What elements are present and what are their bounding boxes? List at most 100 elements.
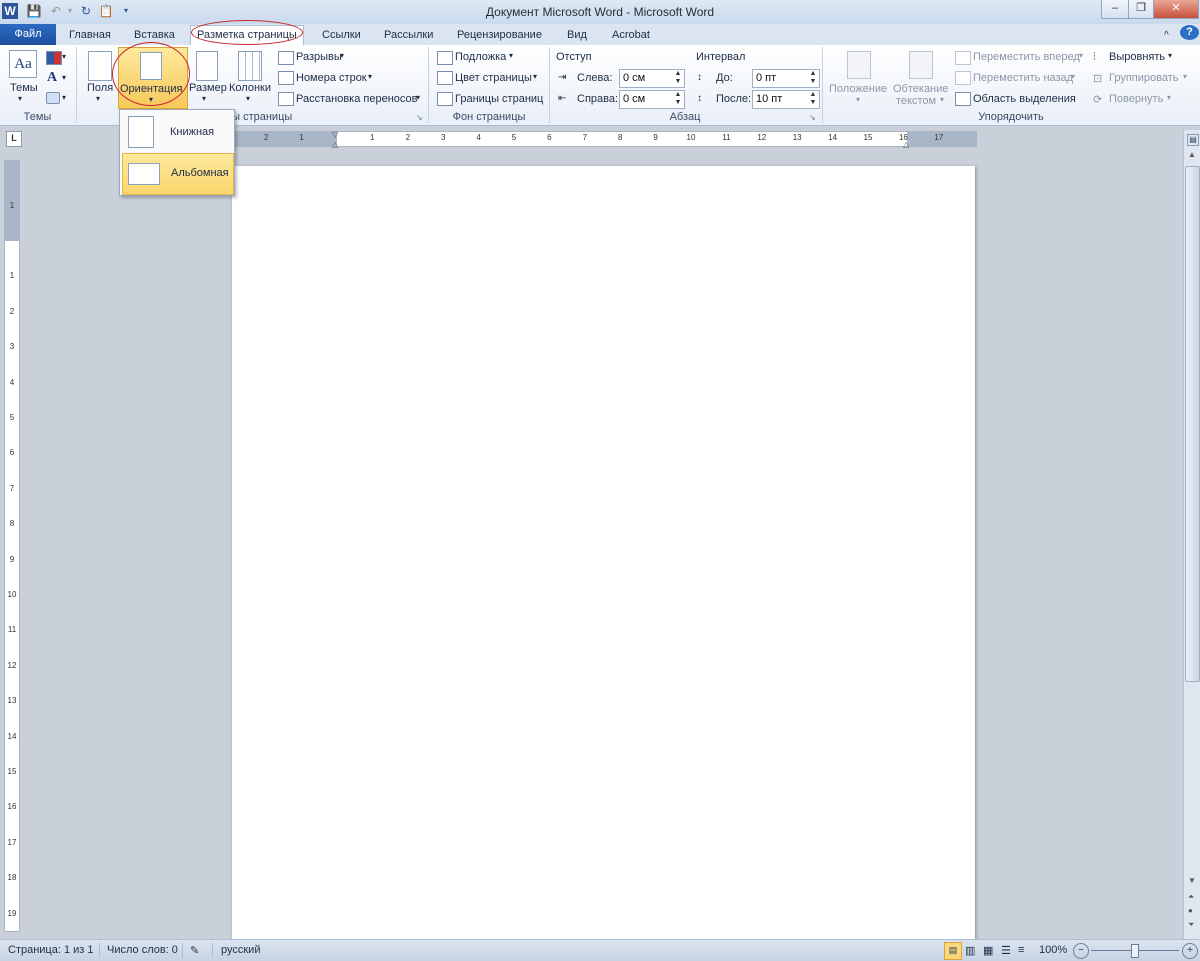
tab-insert[interactable]: Вставка <box>132 27 177 45</box>
spin-up-icon[interactable]: ▲ <box>809 91 817 98</box>
zoom-slider-thumb[interactable] <box>1131 944 1139 958</box>
position-dropdown-icon[interactable]: ▾ <box>856 95 860 104</box>
previous-page-icon[interactable]: ⏶ <box>1188 892 1194 902</box>
language[interactable]: русский <box>221 944 260 956</box>
spacing-before-input[interactable]: 0 пт ▲ ▼ <box>752 69 820 88</box>
watermark-button[interactable]: Подложка <box>455 51 506 63</box>
left-indent-marker[interactable]: △ <box>332 140 338 149</box>
horizontal-ruler[interactable]: 2 1 1 2 3 4 5 6 7 8 9 10 11 12 13 14 15 16 17 ▽ △ △ <box>233 130 977 149</box>
full-screen-reading-view-icon[interactable]: ▥ <box>965 944 975 957</box>
send-backward-dropdown-icon[interactable]: ▾ <box>1071 72 1075 81</box>
theme-colors-icon[interactable] <box>46 51 62 65</box>
size-button-label[interactable]: Размер <box>189 82 227 94</box>
spin-up-icon[interactable]: ▲ <box>674 70 682 77</box>
bring-forward-button[interactable]: Переместить вперед <box>973 51 1080 63</box>
themes-button-label[interactable]: Темы <box>10 82 38 94</box>
columns-icon[interactable] <box>238 51 262 81</box>
margins-button-label[interactable]: Поля <box>87 82 113 94</box>
tab-page-layout[interactable]: Разметка страницы <box>190 25 304 46</box>
tab-mailings[interactable]: Рассылки <box>382 27 435 45</box>
selection-pane-button[interactable]: Область выделения <box>973 93 1076 105</box>
browse-object-icon[interactable]: ● <box>1188 906 1193 915</box>
outline-view-icon[interactable]: ☰ <box>1001 944 1011 957</box>
wrap-text-dropdown-icon[interactable]: ▾ <box>940 95 944 104</box>
spin-up-icon[interactable]: ▲ <box>674 91 682 98</box>
rotate-dropdown-icon[interactable]: ▾ <box>1167 93 1171 102</box>
scrollbar-thumb[interactable] <box>1185 166 1200 682</box>
tab-review[interactable]: Рецензирование <box>455 27 544 45</box>
first-line-indent-marker[interactable]: ▽ <box>332 130 338 139</box>
margins-icon[interactable] <box>88 51 112 81</box>
align-dropdown-icon[interactable]: ▾ <box>1168 51 1172 60</box>
tab-home[interactable]: Главная <box>67 27 113 45</box>
minimize-button[interactable]: – <box>1101 0 1129 19</box>
vertical-scrollbar[interactable]: ▤ ▲ ▼ ⏶ ● ⏷ <box>1183 130 1200 940</box>
tab-selector-icon[interactable]: L <box>6 131 22 147</box>
proofing-icon[interactable]: ✎ <box>190 944 199 957</box>
spin-down-icon[interactable]: ▼ <box>809 78 817 85</box>
theme-fonts-dropdown[interactable]: ▾ <box>62 73 66 82</box>
restore-button[interactable]: ❐ <box>1128 0 1154 19</box>
wrap-text-button[interactable]: Обтекание <box>893 83 948 95</box>
size-icon[interactable] <box>196 51 218 81</box>
hyphenation-dropdown-icon[interactable]: ▾ <box>416 93 420 102</box>
tab-references[interactable]: Ссылки <box>320 27 363 45</box>
spin-down-icon[interactable]: ▼ <box>674 78 682 85</box>
orientation-button[interactable]: Ориентация ▾ <box>118 47 188 109</box>
spin-down-icon[interactable]: ▼ <box>674 99 682 106</box>
page-color-dropdown-icon[interactable]: ▾ <box>533 72 537 81</box>
web-layout-view-icon[interactable]: ▦ <box>983 944 993 957</box>
right-indent-marker[interactable]: △ <box>903 140 909 149</box>
theme-colors-dropdown[interactable]: ▾ <box>62 52 66 61</box>
document-page[interactable] <box>232 166 975 960</box>
themes-icon[interactable]: Aa <box>9 50 37 78</box>
line-numbers-dropdown-icon[interactable]: ▾ <box>368 72 372 81</box>
page-color-button[interactable]: Цвет страницы <box>455 72 532 84</box>
zoom-in-icon[interactable]: + <box>1182 943 1198 959</box>
margins-dropdown-icon[interactable]: ▾ <box>96 94 100 103</box>
spin-up-icon[interactable]: ▲ <box>809 70 817 77</box>
page-count[interactable]: Страница: 1 из 1 <box>8 944 94 956</box>
wrap-text-button-line2[interactable]: текстом <box>896 95 936 107</box>
close-button[interactable]: ✕ <box>1153 0 1199 19</box>
zoom-out-icon[interactable]: − <box>1073 943 1089 959</box>
paragraph-launcher-icon[interactable]: ↘ <box>809 113 816 122</box>
spacing-after-input[interactable]: 10 пт ▲ ▼ <box>752 90 820 109</box>
next-page-icon[interactable]: ⏷ <box>1188 920 1194 930</box>
tab-file[interactable]: Файл <box>0 24 56 45</box>
group-objects-dropdown-icon[interactable]: ▾ <box>1183 72 1187 81</box>
menu-item-landscape[interactable]: Альбомная <box>122 153 234 195</box>
page-borders-button[interactable]: Границы страниц <box>455 93 543 105</box>
watermark-dropdown-icon[interactable]: ▾ <box>509 51 513 60</box>
indent-right-input[interactable]: 0 см ▲ ▼ <box>619 90 685 109</box>
breaks-button[interactable]: Разрывы <box>296 51 342 63</box>
rotate-button[interactable]: Повернуть <box>1109 93 1163 105</box>
bring-forward-dropdown-icon[interactable]: ▾ <box>1079 51 1083 60</box>
group-objects-button[interactable]: Группировать <box>1109 72 1179 84</box>
page-setup-launcher-icon[interactable]: ↘ <box>416 113 423 122</box>
size-dropdown-icon[interactable]: ▾ <box>202 94 206 103</box>
ruler-toggle-icon[interactable]: ▤ <box>1187 134 1199 146</box>
themes-dropdown-icon[interactable]: ▾ <box>18 94 22 103</box>
scroll-up-icon[interactable]: ▲ <box>1188 150 1196 159</box>
help-icon[interactable]: ? <box>1180 25 1199 40</box>
draft-view-icon[interactable]: ≡ <box>1018 944 1024 956</box>
columns-button-label[interactable]: Колонки <box>229 82 271 94</box>
theme-fonts-icon[interactable]: A <box>47 70 57 86</box>
breaks-dropdown-icon[interactable]: ▾ <box>340 51 344 60</box>
indent-left-input[interactable]: 0 см ▲ ▼ <box>619 69 685 88</box>
hyphenation-button[interactable]: Расстановка переносов <box>296 93 417 105</box>
minimize-ribbon-icon[interactable]: ^ <box>1162 27 1171 45</box>
word-count[interactable]: Число слов: 0 <box>107 944 178 956</box>
zoom-level[interactable]: 100% <box>1039 944 1067 956</box>
line-numbers-button[interactable]: Номера строк <box>296 72 367 84</box>
theme-effects-icon[interactable] <box>46 92 60 104</box>
position-button[interactable]: Положение <box>829 83 887 95</box>
print-layout-view-icon[interactable]: ▤ <box>944 942 962 960</box>
send-backward-button[interactable]: Переместить назад <box>973 72 1073 84</box>
columns-dropdown-icon[interactable]: ▾ <box>246 94 250 103</box>
tab-view[interactable]: Вид <box>565 27 589 45</box>
menu-item-portrait[interactable]: Книжная <box>122 112 232 152</box>
scroll-down-icon[interactable]: ▼ <box>1188 876 1196 885</box>
vertical-ruler[interactable]: 1 1 2 3 4 5 6 7 8 9 10 11 12 13 14 15 16 17 18 19 <box>4 160 20 932</box>
